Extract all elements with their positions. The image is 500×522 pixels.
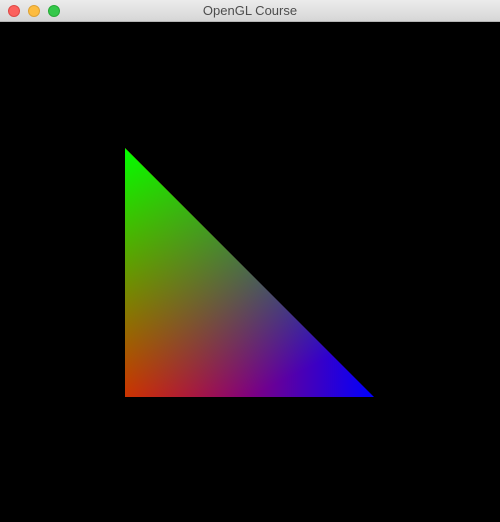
title-bar[interactable]: OpenGL Course xyxy=(0,0,500,22)
triangle-render xyxy=(125,148,374,397)
window-title: OpenGL Course xyxy=(202,3,298,18)
triangle-top-vertex-blend xyxy=(125,148,374,397)
opengl-viewport[interactable] xyxy=(0,22,500,522)
app-window: OpenGL Course xyxy=(0,0,500,522)
